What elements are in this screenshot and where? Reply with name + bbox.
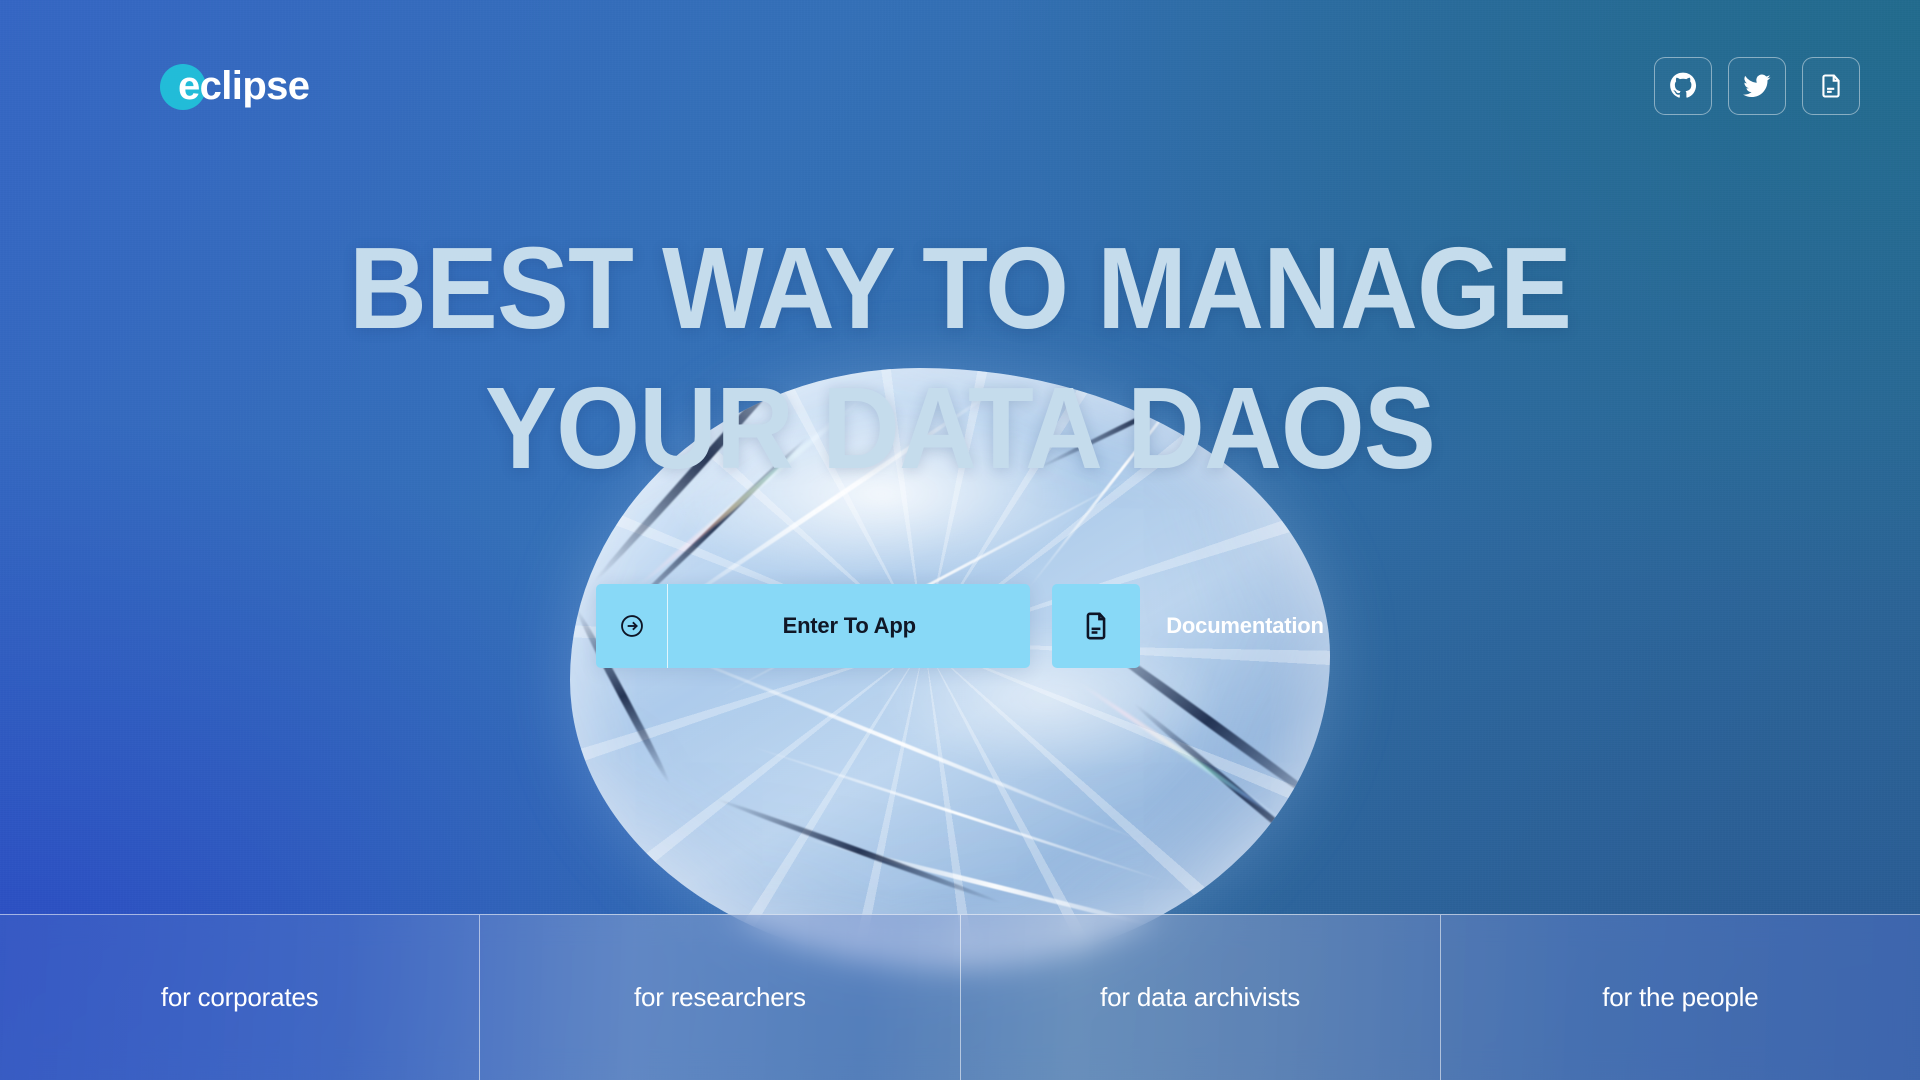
audience-label: for data archivists xyxy=(1100,982,1301,1012)
site-header: eclipse xyxy=(0,0,1920,172)
enter-icon-slot xyxy=(596,584,669,668)
github-icon xyxy=(1670,72,1697,98)
document-icon xyxy=(1822,74,1840,98)
document-icon xyxy=(1086,612,1106,640)
twitter-link-button[interactable] xyxy=(1728,57,1786,115)
enter-to-app-label: Enter To App xyxy=(782,613,916,638)
audience-label: for researchers xyxy=(633,982,806,1012)
docs-link-button[interactable] xyxy=(1802,57,1860,115)
header-social-links xyxy=(1654,57,1860,115)
arrow-right-circle-icon xyxy=(620,615,643,637)
audience-item-data-archivists[interactable]: for data archivists xyxy=(961,915,1441,1080)
audience-label: for corporates xyxy=(160,982,319,1012)
documentation-icon-button[interactable] xyxy=(1052,584,1141,668)
cta-row: Enter To App Documentation xyxy=(0,584,1920,668)
audience-item-researchers[interactable]: for researchers xyxy=(480,915,961,1080)
audience-item-the-people[interactable]: for the people xyxy=(1441,915,1920,1080)
audience-item-corporates[interactable]: for corporates xyxy=(0,915,481,1080)
brand-logo[interactable]: eclipse xyxy=(160,56,310,116)
documentation-link[interactable]: Documentation xyxy=(1166,613,1324,639)
audience-label: for the people xyxy=(1602,982,1759,1012)
github-link-button[interactable] xyxy=(1654,57,1712,115)
enter-to-app-button[interactable]: Enter To App xyxy=(596,584,1031,668)
audience-bar: for corporates for researchers for data … xyxy=(0,914,1920,1080)
brand-name: eclipse xyxy=(178,63,310,108)
twitter-icon xyxy=(1743,74,1771,98)
